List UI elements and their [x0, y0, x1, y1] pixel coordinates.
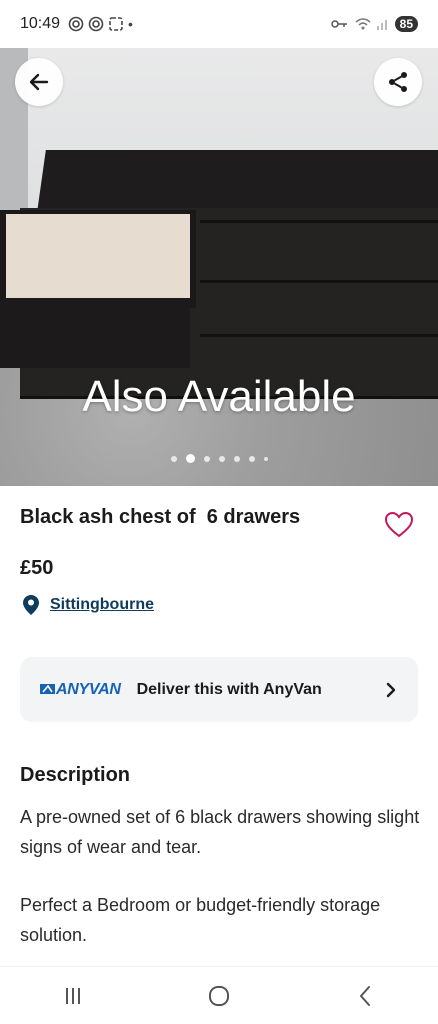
- status-bar: 10:49 • 85: [0, 0, 438, 48]
- home-icon: [209, 985, 229, 1006]
- notification-icon: [68, 16, 84, 32]
- system-navigation-bar: [0, 966, 438, 1024]
- carousel-dot: [218, 455, 225, 462]
- favourite-button[interactable]: [384, 510, 414, 540]
- carousel-dot: [263, 456, 268, 461]
- arrow-left-icon: [29, 73, 49, 91]
- map-pin-icon: [23, 595, 39, 615]
- carousel-dot: [203, 455, 210, 462]
- anyvan-logo-icon: [40, 683, 55, 694]
- notification-icon: [88, 16, 104, 32]
- more-notifications-dot: •: [128, 16, 133, 32]
- anyvan-label: Deliver this with AnyVan: [136, 680, 322, 698]
- key-icon: [330, 20, 347, 28]
- carousel-dot: [248, 455, 255, 462]
- carousel-dot: [233, 455, 240, 462]
- system-icons: 85: [330, 16, 418, 32]
- chevron-right-icon: [386, 682, 396, 697]
- share-button[interactable]: [374, 58, 422, 106]
- back-button[interactable]: [15, 58, 63, 106]
- carousel-dot: [185, 454, 195, 463]
- location-link[interactable]: Sittingbourne: [50, 596, 154, 614]
- carousel-indicator: [0, 454, 438, 463]
- screenshot-icon: [109, 17, 123, 31]
- anyvan-logo-text: ANYVAN: [56, 680, 121, 698]
- share-icon: [389, 72, 407, 92]
- description-paragraph: Perfect a Bedroom or budget-friendly sto…: [20, 895, 381, 945]
- description-heading: Description: [20, 764, 131, 786]
- notification-icons: •: [68, 16, 133, 32]
- listing-title: Black ash chest of 6 drawers: [20, 506, 301, 528]
- battery-level: 85: [394, 16, 418, 32]
- anyvan-logo: ANYVAN: [40, 681, 121, 699]
- heart-outline-icon: [384, 511, 414, 538]
- listing-title-row: Black ash chest of 6 drawers: [20, 506, 418, 529]
- nav-back-button[interactable]: [345, 976, 385, 1016]
- photo-open-drawer: [0, 210, 196, 308]
- anyvan-delivery-card[interactable]: ANYVAN Deliver this with AnyVan: [20, 657, 418, 722]
- location-row[interactable]: Sittingbourne: [22, 594, 154, 616]
- wifi-icon: [355, 18, 371, 30]
- listing-price: £50: [20, 557, 54, 579]
- home-button[interactable]: [199, 976, 239, 1016]
- recents-button[interactable]: [53, 976, 93, 1016]
- signal-icon: [376, 20, 387, 30]
- photo-drawer-front: [0, 298, 190, 368]
- listing-image-carousel[interactable]: Also Available: [0, 48, 438, 486]
- carousel-dot: [170, 455, 177, 462]
- nav-back-icon: [360, 985, 370, 1006]
- status-time: 10:49: [20, 15, 61, 32]
- recents-icon: [66, 987, 80, 1004]
- also-available-overlay: Also Available: [82, 372, 356, 421]
- description-paragraph: A pre-owned set of 6 black drawers showi…: [20, 807, 420, 857]
